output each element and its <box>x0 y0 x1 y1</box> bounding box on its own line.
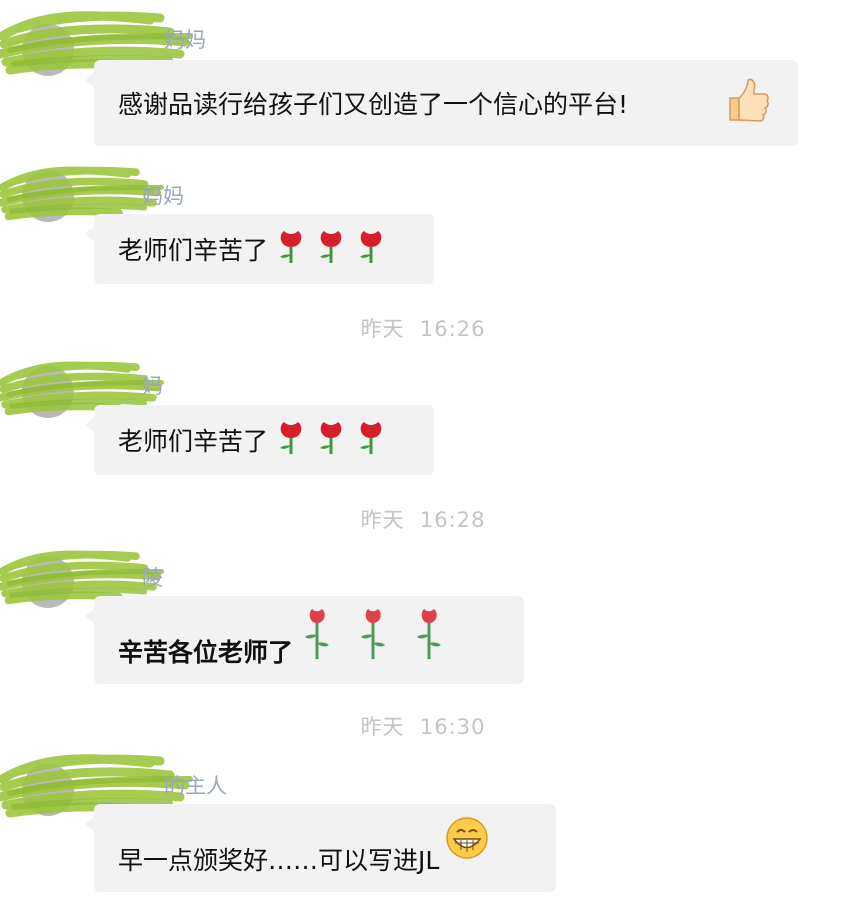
avatar[interactable] <box>22 24 74 76</box>
message-text: 感谢品读行给孩子们又创造了一个信心的平台! <box>118 90 629 119</box>
rose-stem-icon <box>301 605 451 667</box>
avatar[interactable] <box>22 170 74 222</box>
sender-name: 的主人 <box>164 774 227 798</box>
message-text: 老师们辛苦了 <box>118 427 269 456</box>
rose-icon <box>272 227 392 271</box>
grinning-face-icon <box>445 816 489 866</box>
sender-name: 妈妈 <box>164 28 206 52</box>
timestamp: 昨天 16:26 <box>360 317 486 341</box>
avatar[interactable] <box>22 556 74 608</box>
message-bubble[interactable]: 辛苦各位老师了 <box>85 596 524 684</box>
sender-name: 妈妈 <box>142 184 184 208</box>
timestamp: 昨天 16:30 <box>360 715 486 739</box>
thumbs-up-icon <box>724 76 770 130</box>
message-bubble[interactable]: 老师们辛苦了 <box>85 405 434 475</box>
sender-name: 妈 <box>142 374 163 398</box>
message-text: 老师们辛苦了 <box>118 236 269 265</box>
message-bubble[interactable]: 早一点颁奖好……可以写进JL <box>85 804 556 892</box>
message-bubble[interactable]: 感谢品读行给孩子们又创造了一个信心的平台! <box>85 60 798 146</box>
avatar[interactable] <box>22 764 74 816</box>
message-text: 辛苦各位老师了 <box>118 638 294 667</box>
timestamp: 昨天 16:28 <box>360 508 486 532</box>
sender-name: 陵 <box>142 566 163 590</box>
avatar[interactable] <box>22 366 74 418</box>
message-text: 早一点颁奖好……可以写进JL <box>118 846 440 875</box>
message-bubble[interactable]: 老师们辛苦了 <box>85 214 434 284</box>
rose-icon <box>272 418 392 462</box>
